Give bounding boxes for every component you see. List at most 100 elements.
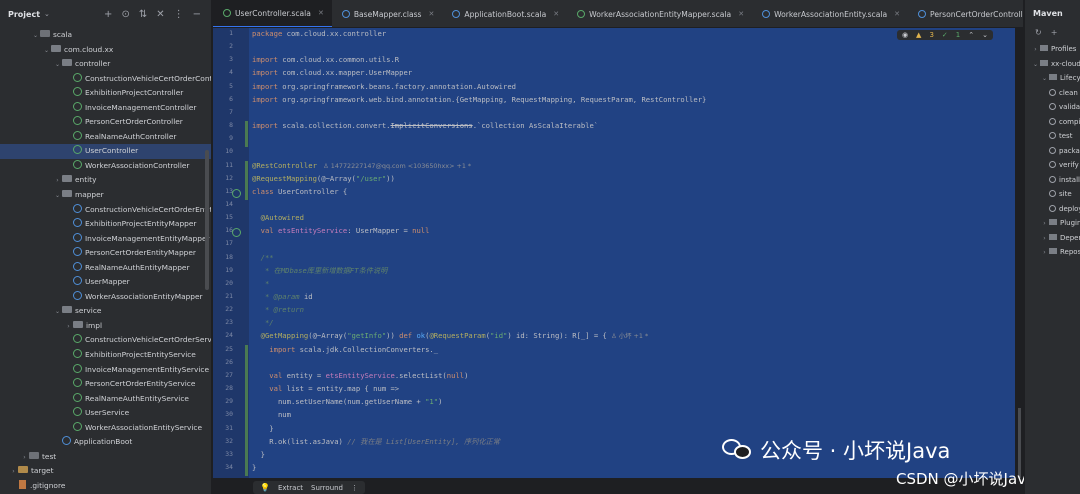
refresh-icon[interactable]: ↻ bbox=[1035, 28, 1042, 42]
check-icon[interactable]: ✓ bbox=[942, 31, 948, 39]
chevron-down-icon[interactable]: ⌄ bbox=[53, 305, 62, 320]
tree-item[interactable]: WorkerAssociationController bbox=[0, 159, 211, 174]
close-tab-icon[interactable]: ✕ bbox=[429, 10, 435, 18]
tree-item[interactable]: PersonCertOrderController bbox=[0, 115, 211, 130]
minimize-icon[interactable]: − bbox=[193, 9, 201, 20]
editor-tab[interactable]: PersonCertOrderController.scala✕ bbox=[908, 0, 1023, 27]
add-icon[interactable]: + bbox=[1051, 28, 1058, 42]
eye-icon[interactable]: ◉ bbox=[902, 31, 908, 39]
tree-item[interactable]: PersonCertOrderEntityMapper bbox=[0, 246, 211, 261]
chevron-down-icon[interactable]: ⌄ bbox=[1031, 58, 1040, 73]
vcs-change-marker[interactable] bbox=[245, 121, 248, 148]
maven-tree-item[interactable]: compile bbox=[1025, 115, 1080, 130]
chevron-right-icon[interactable]: › bbox=[9, 465, 18, 480]
chevron-right-icon[interactable]: › bbox=[1040, 217, 1049, 232]
target-icon[interactable]: ⊙ bbox=[121, 9, 129, 20]
chevron-down-icon[interactable]: ⌄ bbox=[982, 31, 988, 39]
tree-item[interactable]: RealNameAuthEntityService bbox=[0, 392, 211, 407]
tree-item[interactable]: .gitignore bbox=[0, 479, 211, 494]
tree-item[interactable]: RealNameAuthController bbox=[0, 130, 211, 145]
chevron-up-icon[interactable]: ⌃ bbox=[968, 31, 974, 39]
add-icon[interactable]: + bbox=[104, 9, 112, 20]
tree-item[interactable]: PersonCertOrderEntityService bbox=[0, 377, 211, 392]
chevron-right-icon[interactable]: › bbox=[1040, 232, 1049, 247]
tree-item[interactable]: WorkerAssociationEntityMapper bbox=[0, 290, 211, 305]
maven-tree-item[interactable]: › Profiles bbox=[1025, 42, 1080, 57]
maven-tree-item[interactable]: verify bbox=[1025, 158, 1080, 173]
inspection-widget[interactable]: ◉ ▲ 3 ✓ 1 ⌃ ⌄ bbox=[896, 30, 993, 40]
extract-action[interactable]: Extract bbox=[278, 484, 303, 492]
close-tab-icon[interactable]: ✕ bbox=[894, 10, 900, 18]
maven-tree-item[interactable]: › Dependencies bbox=[1025, 231, 1080, 246]
lightbulb-icon[interactable]: 💡 bbox=[260, 483, 270, 492]
tree-item[interactable]: WorkerAssociationEntityService bbox=[0, 421, 211, 436]
chevron-down-icon[interactable]: ⌄ bbox=[42, 44, 51, 59]
surround-action[interactable]: Surround bbox=[311, 484, 343, 492]
tree-item[interactable]: RealNameAuthEntityMapper bbox=[0, 261, 211, 276]
tree-item[interactable]: › target bbox=[0, 464, 211, 479]
tree-item[interactable]: ⌄ service bbox=[0, 304, 211, 319]
chevron-down-icon[interactable]: ⌄ bbox=[31, 29, 40, 44]
editor-tab[interactable]: UserController.scala ✕ bbox=[213, 0, 332, 27]
close-tab-icon[interactable]: ✕ bbox=[738, 10, 744, 18]
tree-item[interactable]: UserService bbox=[0, 406, 211, 421]
tree-item[interactable]: InvoiceManagementController bbox=[0, 101, 211, 116]
tree-item[interactable]: ⌄ scala bbox=[0, 28, 211, 43]
chevron-down-icon[interactable]: ⌄ bbox=[53, 189, 62, 204]
chevron-down-icon[interactable]: ⌄ bbox=[1040, 72, 1049, 87]
more-icon[interactable]: ⋮ bbox=[351, 484, 358, 492]
vcs-change-marker[interactable] bbox=[245, 160, 248, 200]
tree-item[interactable]: ApplicationBoot bbox=[0, 435, 211, 450]
tree-item[interactable]: ExhibitionProjectEntityMapper bbox=[0, 217, 211, 232]
chevron-right-icon[interactable]: › bbox=[1040, 246, 1049, 261]
more-icon[interactable]: ⋮ bbox=[174, 9, 184, 20]
editor-tab[interactable]: WorkerAssociationEntity.scala ✕ bbox=[752, 0, 908, 27]
tree-item[interactable]: InvoiceManagementEntityService bbox=[0, 363, 211, 378]
chevron-right-icon[interactable]: › bbox=[20, 451, 29, 466]
bean-icon[interactable] bbox=[232, 188, 241, 198]
tree-item[interactable]: InvoiceManagementEntityMapper bbox=[0, 232, 211, 247]
code-editor[interactable]: package com.cloud.xx.controller import co… bbox=[213, 28, 1023, 494]
tree-item[interactable]: ⌄ mapper bbox=[0, 188, 211, 203]
editor-tab[interactable]: BaseMapper.class ✕ bbox=[332, 0, 443, 27]
maven-tree-item[interactable]: install bbox=[1025, 173, 1080, 188]
tree-item[interactable]: › test bbox=[0, 450, 211, 465]
tree-item[interactable]: ConstructionVehicleCertOrderService bbox=[0, 333, 211, 348]
tree-item[interactable]: › entity bbox=[0, 173, 211, 188]
close-tab-icon[interactable]: ✕ bbox=[318, 9, 324, 17]
project-scrollbar[interactable] bbox=[205, 150, 209, 290]
tree-item[interactable]: ⌄ controller bbox=[0, 57, 211, 72]
close-icon[interactable]: ✕ bbox=[156, 9, 164, 20]
chevron-right-icon[interactable]: › bbox=[53, 174, 62, 189]
tree-item[interactable]: ExhibitionProjectEntityService bbox=[0, 348, 211, 363]
chevron-down-icon[interactable]: ⌄ bbox=[53, 58, 62, 73]
maven-tree-item[interactable]: › Repositories bbox=[1025, 245, 1080, 260]
warning-icon[interactable]: ▲ bbox=[916, 31, 921, 39]
tree-item[interactable]: › impl bbox=[0, 319, 211, 334]
tree-item[interactable]: ConstructionVehicleCertOrderController bbox=[0, 72, 211, 87]
project-panel-title[interactable]: Project bbox=[8, 10, 40, 19]
tree-item[interactable]: UserController bbox=[0, 144, 211, 159]
maven-tree-item[interactable]: ⌄ xx-cloud bbox=[1025, 57, 1080, 72]
chevron-right-icon[interactable]: › bbox=[1031, 43, 1040, 58]
chevron-right-icon[interactable]: › bbox=[64, 320, 73, 335]
tree-item[interactable]: ConstructionVehicleCertOrderEntityMapper bbox=[0, 203, 211, 218]
maven-tree-item[interactable]: package bbox=[1025, 144, 1080, 159]
maven-tree-item[interactable]: ⌄ Lifecycle bbox=[1025, 71, 1080, 86]
maven-tree-item[interactable]: clean bbox=[1025, 86, 1080, 101]
maven-tree-item[interactable]: test bbox=[1025, 129, 1080, 144]
collapse-icon[interactable]: ⇅ bbox=[139, 9, 147, 20]
chevron-down-icon[interactable]: ⌄ bbox=[44, 10, 50, 18]
maven-tree-item[interactable]: site bbox=[1025, 187, 1080, 202]
tree-item[interactable]: ⌄ com.cloud.xx bbox=[0, 43, 211, 58]
maven-tree-item[interactable]: validate bbox=[1025, 100, 1080, 115]
maven-tree-item[interactable]: deploy bbox=[1025, 202, 1080, 217]
editor-tab[interactable]: ApplicationBoot.scala ✕ bbox=[442, 0, 567, 27]
editor-tab[interactable]: WorkerAssociationEntityMapper.scala ✕ bbox=[567, 0, 752, 27]
close-tab-icon[interactable]: ✕ bbox=[553, 10, 559, 18]
tree-item[interactable]: ExhibitionProjectController bbox=[0, 86, 211, 101]
tree-item[interactable]: UserMapper bbox=[0, 275, 211, 290]
maven-tree-item[interactable]: › Plugins bbox=[1025, 216, 1080, 231]
vcs-change-marker[interactable] bbox=[245, 370, 248, 477]
vcs-change-marker[interactable] bbox=[245, 344, 248, 371]
